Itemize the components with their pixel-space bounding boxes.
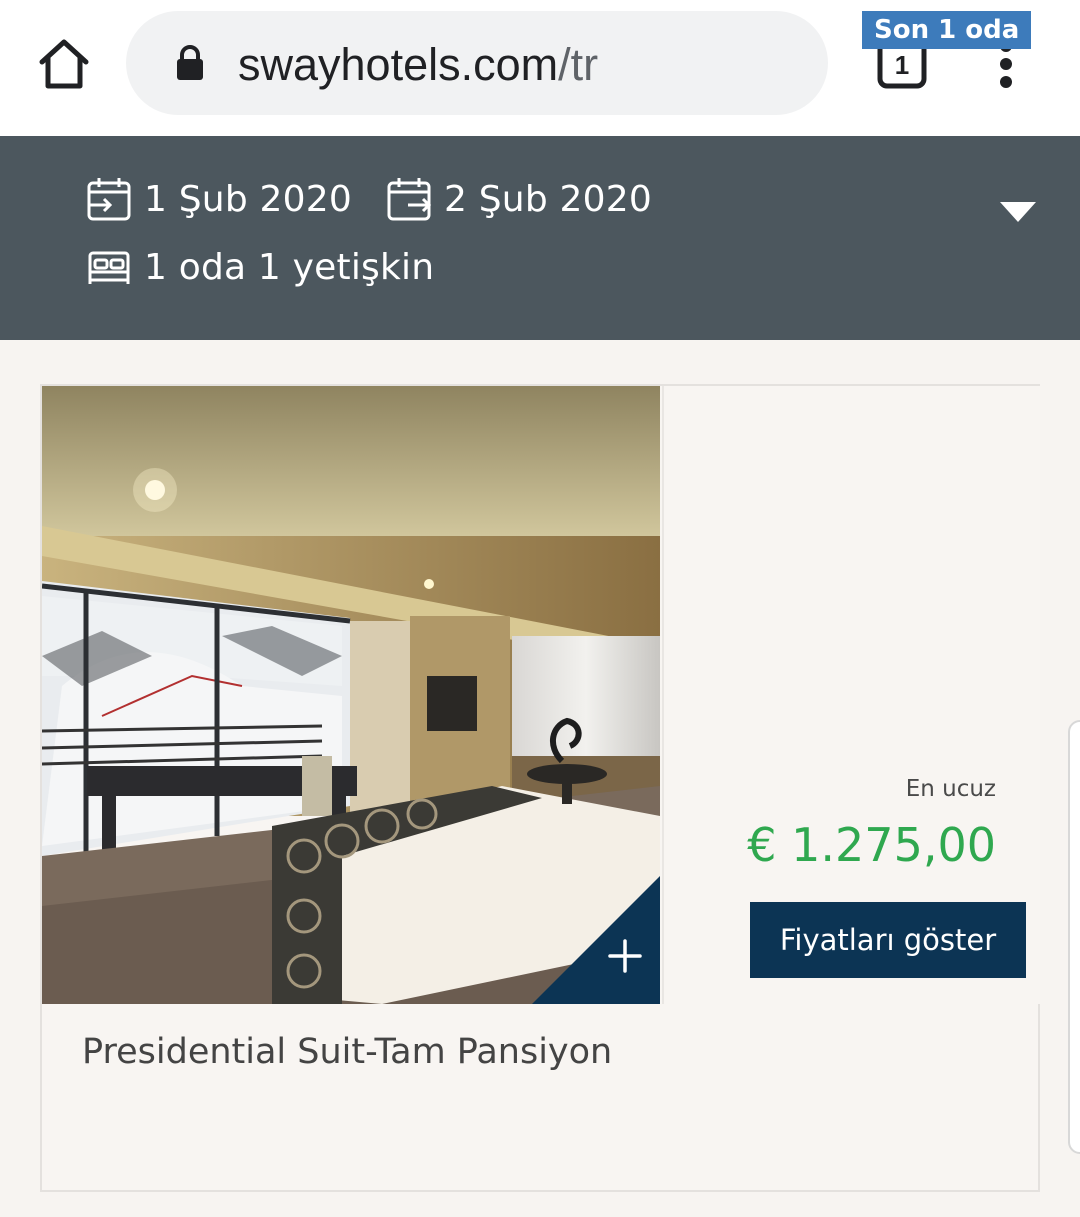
url-text: swayhotels.com/tr bbox=[238, 39, 598, 91]
lock-icon bbox=[177, 45, 203, 80]
availability-badge: Son 1 oda bbox=[862, 11, 1032, 49]
room-name[interactable]: Presidential Suit-Tam Pansiyon bbox=[82, 1032, 612, 1072]
guests-rooms-text: 1 oda 1 yetişkin bbox=[144, 246, 435, 288]
room-photo[interactable] bbox=[42, 386, 660, 1004]
guests-rooms[interactable]: 1 oda 1 yetişkin bbox=[86, 244, 434, 290]
calendar-checkout-icon bbox=[387, 178, 432, 221]
address-bar[interactable]: swayhotels.com/tr bbox=[126, 11, 828, 115]
scrollbar[interactable] bbox=[1068, 720, 1080, 1154]
room-card[interactable]: En ucuz € 1.275,00 Fiyatları göster Pres… bbox=[40, 384, 1040, 1192]
checkin-date-text: 1 Şub 2020 bbox=[144, 178, 352, 220]
checkout-date-text: 2 Şub 2020 bbox=[444, 178, 652, 220]
plus-icon[interactable] bbox=[532, 876, 660, 1004]
tab-count: 1 bbox=[895, 50, 909, 80]
url-path: /tr bbox=[558, 39, 599, 90]
checkout-date[interactable]: 2 Şub 2020 bbox=[386, 176, 652, 222]
bed-icon bbox=[88, 251, 130, 284]
room-price: € 1.275,00 bbox=[747, 818, 996, 872]
url-domain: swayhotels.com bbox=[238, 39, 559, 90]
checkin-date[interactable]: 1 Şub 2020 bbox=[86, 176, 352, 222]
show-prices-button[interactable]: Fiyatları göster bbox=[750, 902, 1026, 978]
price-label: En ucuz bbox=[905, 776, 996, 802]
home-icon[interactable] bbox=[34, 36, 94, 92]
chevron-down-icon[interactable] bbox=[994, 192, 1042, 232]
booking-summary[interactable]: 1 Şub 2020 2 Şub 2020 1 oda 1 yetişkin bbox=[0, 136, 1080, 340]
calendar-checkin-icon bbox=[87, 178, 131, 221]
